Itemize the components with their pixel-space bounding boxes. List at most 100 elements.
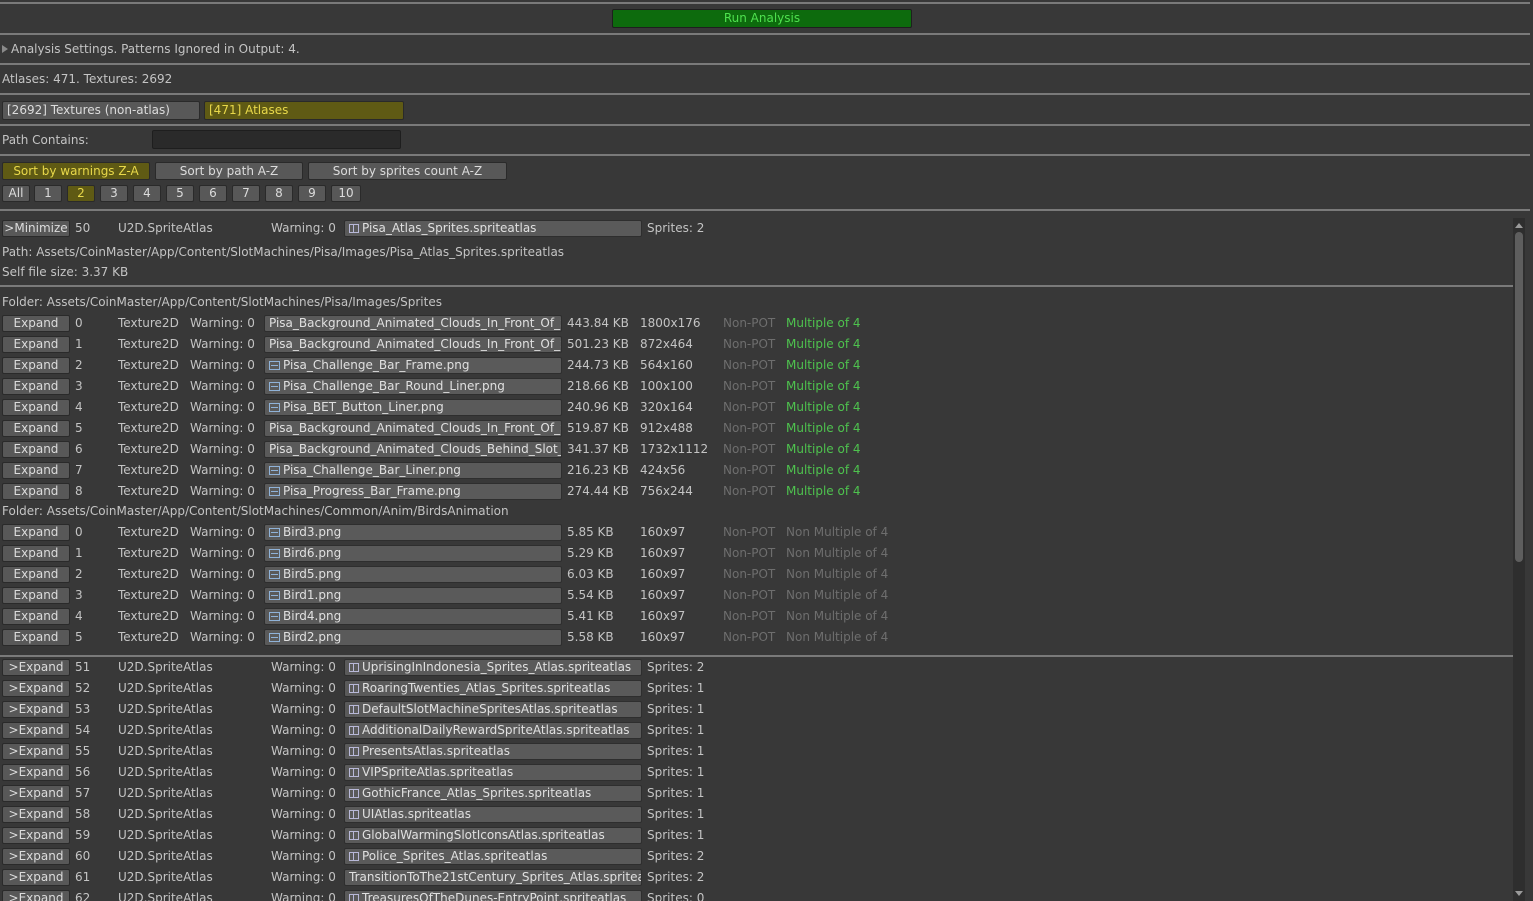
expand-button[interactable]: Expand	[2, 378, 70, 395]
page-button-8[interactable]: 8	[265, 185, 293, 202]
atlas-index: 52	[75, 681, 91, 695]
atlas-warning: Warning: 0	[271, 807, 336, 821]
expand-atlas-button[interactable]: >Expand	[2, 848, 70, 865]
atlas-object-field[interactable]: UprisingInIndonesia_Sprites_Atlas.sprite…	[344, 659, 642, 676]
atlas-object-field[interactable]: RoaringTwenties_Atlas_Sprites.spriteatla…	[344, 680, 642, 697]
expand-button[interactable]: Expand	[2, 587, 70, 604]
atlas-object-field[interactable]: VIPSpriteAtlas.spriteatlas	[344, 764, 642, 781]
page-button-all[interactable]: All	[2, 185, 30, 202]
item-type: Texture2D	[118, 567, 179, 581]
texture-object-field[interactable]: Bird5.png	[264, 566, 562, 583]
expand-button[interactable]: Expand	[2, 545, 70, 562]
expand-atlas-button[interactable]: >Expand	[2, 869, 70, 886]
expand-button[interactable]: Expand	[2, 608, 70, 625]
atlas-object-field[interactable]: GlobalWarmingSlotIconsAtlas.spriteatlas	[344, 827, 642, 844]
expand-atlas-button[interactable]: >Expand	[2, 806, 70, 823]
vertical-scrollbar[interactable]	[1513, 218, 1525, 901]
path-filter-input[interactable]	[152, 130, 401, 149]
expand-button[interactable]: Expand	[2, 399, 70, 416]
sprite-atlas-icon	[349, 663, 359, 672]
multiple-status: Multiple of 4	[786, 484, 861, 498]
atlas-object-field[interactable]: Police_Sprites_Atlas.spriteatlas	[344, 848, 642, 865]
texture-object-field[interactable]: Pisa_Challenge_Bar_Frame.png	[264, 357, 562, 374]
sprite-atlas-icon	[349, 726, 359, 735]
item-index: 0	[75, 525, 83, 539]
page-button-10[interactable]: 10	[331, 185, 361, 202]
expand-atlas-button[interactable]: >Expand	[2, 785, 70, 802]
file-size: 341.37 KB	[567, 442, 629, 456]
item-index: 7	[75, 463, 83, 477]
scroll-up-icon[interactable]	[1515, 223, 1523, 228]
atlas-object-field[interactable]: PresentsAtlas.spriteatlas	[344, 743, 642, 760]
page-button-7[interactable]: 7	[232, 185, 260, 202]
texture-object-field[interactable]: Bird2.png	[264, 629, 562, 646]
expand-button[interactable]: Expand	[2, 566, 70, 583]
page-button-4[interactable]: 4	[133, 185, 161, 202]
page-button-5[interactable]: 5	[166, 185, 194, 202]
page-button-1[interactable]: 1	[34, 185, 62, 202]
texture-name: Bird3.png	[283, 525, 342, 539]
expand-button[interactable]: Expand	[2, 524, 70, 541]
item-index: 2	[75, 358, 83, 372]
texture-object-field[interactable]: Pisa_Background_Animated_Clouds_Behind_S…	[264, 441, 562, 458]
texture-object-field[interactable]: Bird6.png	[264, 545, 562, 562]
texture-icon	[269, 528, 280, 537]
expand-atlas-button[interactable]: >Expand	[2, 890, 70, 901]
texture-object-field[interactable]: Pisa_Background_Animated_Clouds_In_Front…	[264, 315, 562, 332]
item-type: Texture2D	[118, 400, 179, 414]
texture-object-field[interactable]: Bird1.png	[264, 587, 562, 604]
expand-button[interactable]: Expand	[2, 357, 70, 374]
page-button-2[interactable]: 2	[67, 185, 95, 202]
texture-object-field[interactable]: Pisa_Background_Animated_Clouds_In_Front…	[264, 336, 562, 353]
file-size: 5.29 KB	[567, 546, 614, 560]
dimensions: 320x164	[640, 400, 693, 414]
texture-object-field[interactable]: Pisa_Challenge_Bar_Liner.png	[264, 462, 562, 479]
settings-foldout[interactable]: Analysis Settings. Patterns Ignored in O…	[2, 42, 300, 56]
sprite-atlas-icon	[349, 831, 359, 840]
atlas-object-field[interactable]: AdditionalDailyRewardSpriteAtlas.spritea…	[344, 722, 642, 739]
sort-button[interactable]: Sort by path A-Z	[155, 162, 303, 180]
item-type: Texture2D	[118, 484, 179, 498]
expand-atlas-button[interactable]: >Expand	[2, 680, 70, 697]
texture-object-field[interactable]: Pisa_Challenge_Bar_Round_Liner.png	[264, 378, 562, 395]
atlas-object-field[interactable]: UIAtlas.spriteatlas	[344, 806, 642, 823]
sort-button[interactable]: Sort by sprites count A-Z	[308, 162, 507, 180]
run-analysis-button[interactable]: Run Analysis	[612, 9, 912, 28]
expand-atlas-button[interactable]: >Expand	[2, 722, 70, 739]
atlas-sprites-count: Sprites: 1	[647, 744, 705, 758]
texture-object-field[interactable]: Pisa_Progress_Bar_Frame.png	[264, 483, 562, 500]
atlas-index: 59	[75, 828, 91, 842]
atlas-object-field[interactable]: Pisa_Atlas_Sprites.spriteatlas	[344, 220, 642, 237]
expand-button[interactable]: Expand	[2, 483, 70, 500]
expand-button[interactable]: Expand	[2, 420, 70, 437]
expand-atlas-button[interactable]: >Expand	[2, 764, 70, 781]
tab-atlases[interactable]: [471] Atlases	[204, 101, 404, 120]
atlas-object-field[interactable]: TransitionToThe21stCentury_Sprites_Atlas…	[344, 869, 642, 886]
atlas-object-field[interactable]: DefaultSlotMachineSpritesAtlas.spriteatl…	[344, 701, 642, 718]
expand-atlas-button[interactable]: >Expand	[2, 827, 70, 844]
tab-textures[interactable]: [2692] Textures (non-atlas)	[2, 101, 200, 120]
texture-object-field[interactable]: Pisa_Background_Animated_Clouds_In_Front…	[264, 420, 562, 437]
minimize-button[interactable]: >Minimize	[2, 220, 70, 237]
scroll-down-icon[interactable]	[1515, 891, 1523, 896]
expand-button[interactable]: Expand	[2, 629, 70, 646]
page-button-3[interactable]: 3	[100, 185, 128, 202]
expand-button[interactable]: Expand	[2, 462, 70, 479]
texture-object-field[interactable]: Pisa_BET_Button_Liner.png	[264, 399, 562, 416]
expand-button[interactable]: Expand	[2, 441, 70, 458]
expand-atlas-button[interactable]: >Expand	[2, 743, 70, 760]
page-button-6[interactable]: 6	[199, 185, 227, 202]
expand-button[interactable]: Expand	[2, 336, 70, 353]
expand-atlas-button[interactable]: >Expand	[2, 659, 70, 676]
sort-button[interactable]: Sort by warnings Z-A	[2, 162, 150, 180]
sprite-atlas-icon	[349, 810, 359, 819]
scroll-thumb[interactable]	[1515, 232, 1523, 562]
texture-object-field[interactable]: Bird3.png	[264, 524, 562, 541]
expand-button[interactable]: Expand	[2, 315, 70, 332]
item-warning: Warning: 0	[190, 421, 255, 435]
atlas-object-field[interactable]: GothicFrance_Atlas_Sprites.spriteatlas	[344, 785, 642, 802]
expand-atlas-button[interactable]: >Expand	[2, 701, 70, 718]
atlas-object-field[interactable]: TreasuresOfTheDunes-EntryPoint.spriteatl…	[344, 890, 642, 901]
texture-object-field[interactable]: Bird4.png	[264, 608, 562, 625]
page-button-9[interactable]: 9	[298, 185, 326, 202]
